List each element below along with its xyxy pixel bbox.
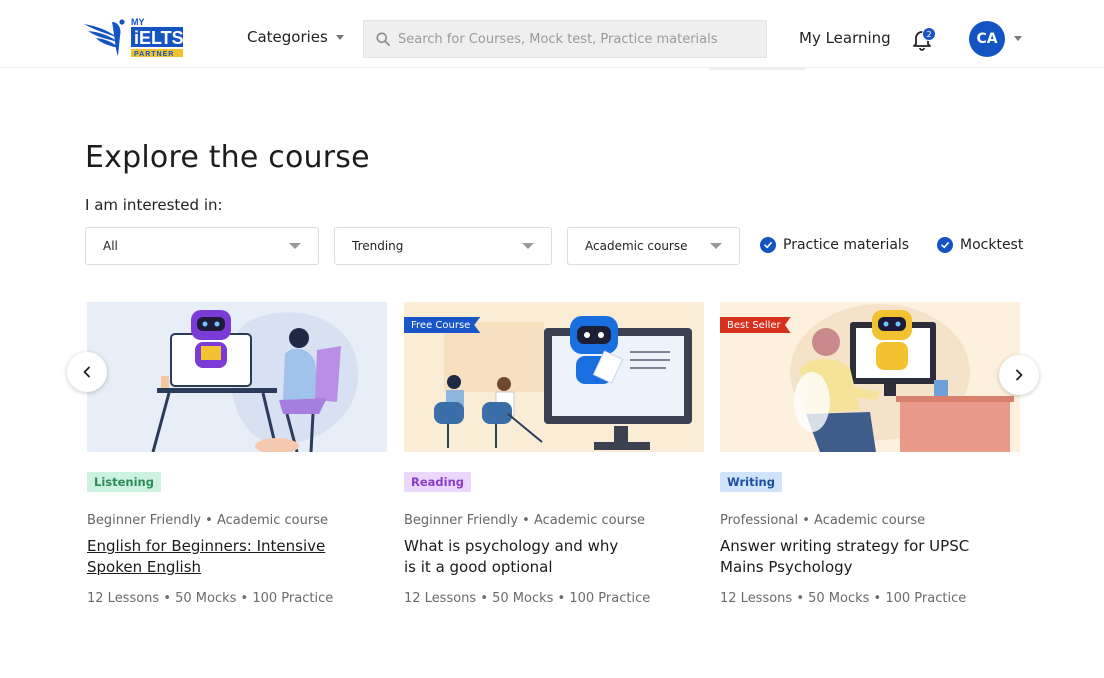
svg-text:PARTNER: PARTNER (134, 51, 174, 58)
chevron-left-icon (83, 366, 90, 378)
course-card[interactable]: Best Seller Writing Professional • Acade… (720, 302, 1020, 606)
chevron-right-icon (1016, 369, 1023, 381)
course-meta: Beginner Friendly • Academic course (87, 513, 328, 528)
categories-dropdown[interactable]: Categories (247, 28, 344, 46)
course-tag: Writing (720, 472, 782, 492)
checkbox-label: Practice materials (783, 237, 910, 253)
course-card[interactable]: Free Course Reading Beginner Friendly • … (404, 302, 704, 606)
course-thumbnail: Best Seller (720, 302, 1020, 452)
filter-category-select[interactable]: All (85, 227, 319, 265)
course-meta: Professional • Academic course (720, 513, 926, 528)
course-tag: Listening (87, 472, 161, 492)
filter-course-type-select[interactable]: Academic course (567, 227, 740, 265)
select-value: All (103, 239, 118, 253)
search-input[interactable] (398, 31, 758, 47)
course-thumbnail: Free Course (404, 302, 704, 452)
page-title: Explore the course (85, 140, 370, 175)
course-meta: Beginner Friendly • Academic course (404, 513, 645, 528)
course-tag: Reading (404, 472, 472, 492)
logo-icon: MY iELTS PARTNER (84, 17, 184, 58)
search-icon (376, 32, 390, 46)
course-stats: 12 Lessons • 50 Mocks • 100 Practice (404, 591, 651, 606)
course-ribbon: Free Course (404, 317, 481, 333)
practice-materials-checkbox[interactable]: Practice materials (760, 237, 909, 253)
course-stats: 12 Lessons • 50 Mocks • 100 Practice (720, 591, 967, 606)
divider (709, 68, 805, 70)
top-navbar: MY iELTS PARTNER Categories My Learning … (0, 0, 1104, 68)
course-stats: 12 Lessons • 50 Mocks • 100 Practice (87, 591, 334, 606)
checkbox-label: Mocktest (960, 237, 1024, 253)
select-value: Trending (352, 239, 404, 253)
chevron-down-icon[interactable] (1014, 36, 1022, 41)
chevron-down-icon (522, 243, 534, 249)
svg-text:iELTS: iELTS (134, 28, 184, 48)
course-title[interactable]: What is psychology and why is it a good … (404, 536, 634, 578)
logo[interactable]: MY iELTS PARTNER (82, 16, 186, 60)
course-thumbnail (87, 302, 387, 452)
notification-count-badge: 2 (922, 27, 936, 41)
avatar[interactable]: CA (969, 21, 1005, 57)
interested-label: I am interested in: (85, 196, 223, 214)
course-title[interactable]: Answer writing strategy for UPSC Mains P… (720, 536, 970, 578)
carousel-prev-button[interactable] (67, 352, 107, 392)
mocktest-checkbox[interactable]: Mocktest (937, 237, 1023, 253)
course-title[interactable]: English for Beginners: Intensive Spoken … (87, 536, 377, 578)
chevron-down-icon (710, 243, 722, 249)
course-card[interactable]: Listening Beginner Friendly • Academic c… (87, 302, 387, 606)
search-bar[interactable] (363, 20, 767, 58)
my-learning-link[interactable]: My Learning (799, 29, 891, 47)
chevron-down-icon (335, 34, 344, 40)
select-value: Academic course (585, 239, 688, 253)
categories-label: Categories (247, 28, 328, 46)
svg-text:MY: MY (131, 17, 145, 27)
chevron-down-icon (289, 243, 301, 249)
course-ribbon: Best Seller (720, 317, 791, 333)
check-icon (937, 237, 953, 253)
check-icon (760, 237, 776, 253)
filter-sort-select[interactable]: Trending (334, 227, 552, 265)
carousel-next-button[interactable] (999, 355, 1039, 395)
